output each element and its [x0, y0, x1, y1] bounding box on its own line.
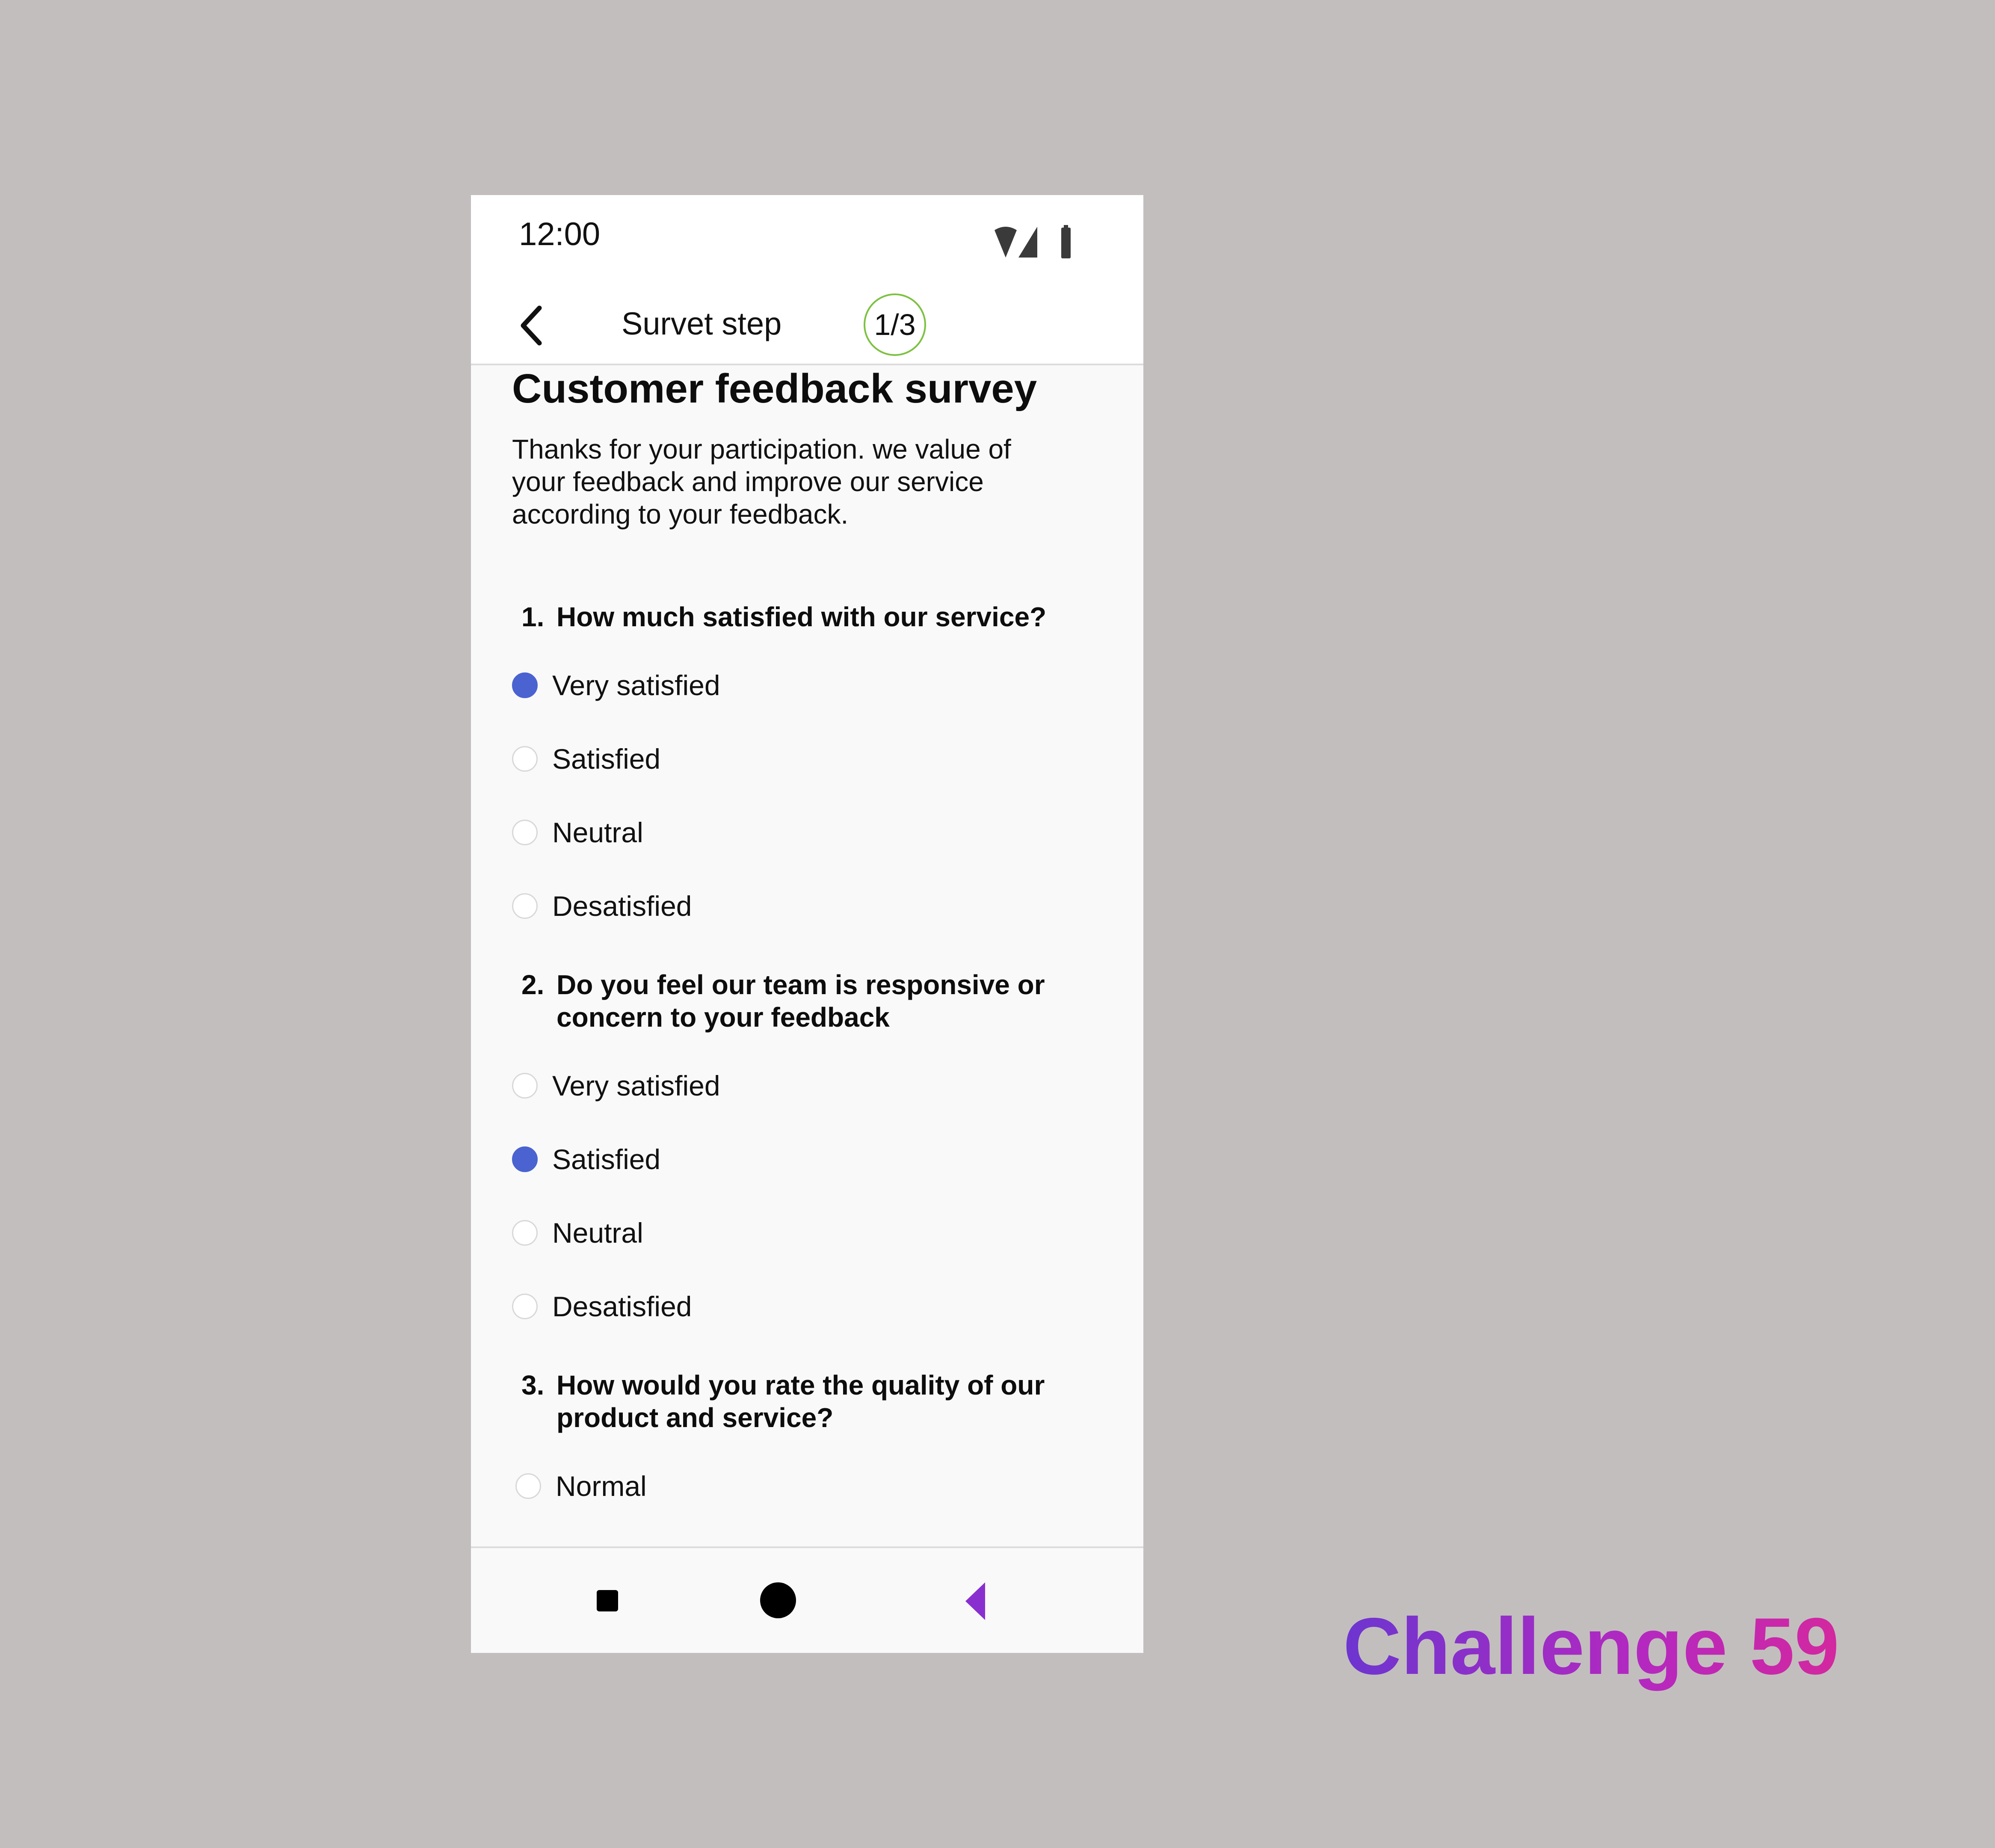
option-label: Desatisfied	[552, 1291, 692, 1322]
q2-option-neutral[interactable]: Neutral	[512, 1215, 643, 1251]
option-label: Very satisfied	[552, 1070, 720, 1102]
radio-unchecked-icon[interactable]	[512, 746, 538, 772]
back-button[interactable]	[514, 302, 552, 349]
option-label: Satisfied	[552, 743, 661, 775]
radio-unchecked-icon[interactable]	[512, 1220, 538, 1246]
status-time: 12:00	[519, 216, 601, 252]
square-icon[interactable]	[597, 1590, 618, 1611]
survey-content: Customer feedback survey Thanks for your…	[471, 365, 1143, 1502]
option-label: Neutral	[552, 817, 643, 848]
circle-icon[interactable]	[760, 1582, 796, 1618]
q2-option-desatisfied[interactable]: Desatisfied	[512, 1288, 692, 1324]
page-title: Survet step	[622, 306, 782, 341]
phone-screen: 12:00 Survet step 1/3 Customer feedback …	[471, 195, 1143, 1653]
radio-checked-icon[interactable]	[512, 1146, 538, 1172]
question-number: 3.	[521, 1370, 545, 1401]
question-text: Do you feel our team is responsive or co…	[556, 969, 1045, 1033]
option-label: Desatisfied	[552, 890, 692, 922]
survey-title: Customer feedback survey	[512, 366, 1037, 412]
battery-icon	[1061, 225, 1071, 258]
question-2: 2. Do you feel our team is responsive or…	[521, 968, 1095, 1034]
challenge-caption: Challenge 59	[1343, 1600, 1839, 1692]
radio-unchecked-icon[interactable]	[515, 1473, 541, 1499]
triangle-back-icon[interactable]	[963, 1580, 989, 1623]
wifi-icon	[995, 227, 1017, 258]
radio-unchecked-icon[interactable]	[512, 1294, 538, 1319]
step-indicator: 1/3	[864, 293, 926, 356]
q1-option-very-satisfied[interactable]: Very satisfied	[512, 667, 720, 703]
question-text: How much satisfied with our service?	[556, 601, 1047, 632]
cellular-signal-icon	[1018, 227, 1037, 258]
option-label: Very satisfied	[552, 669, 720, 701]
q3-option-normal[interactable]: Normal	[515, 1468, 647, 1504]
option-label: Neutral	[552, 1217, 643, 1249]
q2-option-very-satisfied[interactable]: Very satisfied	[512, 1068, 720, 1104]
survey-description: Thanks for your participation. we value …	[512, 434, 1011, 530]
q1-option-satisfied[interactable]: Satisfied	[512, 741, 660, 777]
q1-option-desatisfied[interactable]: Desatisfied	[512, 888, 692, 924]
radio-unchecked-icon[interactable]	[512, 893, 538, 919]
q2-option-satisfied[interactable]: Satisfied	[512, 1141, 660, 1177]
system-nav-bar	[471, 1546, 1143, 1653]
question-1: 1. How much satisfied with our service?	[521, 601, 1095, 633]
question-number: 2.	[521, 969, 545, 1000]
chevron-left-icon	[521, 305, 542, 346]
option-label: Normal	[556, 1470, 647, 1502]
status-bar: 12:00	[471, 195, 1143, 281]
question-text: How would you rate the quality of our pr…	[556, 1370, 1045, 1433]
question-3: 3. How would you rate the quality of our…	[521, 1369, 1095, 1434]
radio-checked-icon[interactable]	[512, 672, 538, 698]
radio-unchecked-icon[interactable]	[512, 820, 538, 845]
radio-unchecked-icon[interactable]	[512, 1073, 538, 1099]
app-bar: Survet step 1/3	[471, 281, 1143, 365]
q1-option-neutral[interactable]: Neutral	[512, 814, 643, 850]
status-icons	[993, 225, 1078, 259]
option-label: Satisfied	[552, 1143, 661, 1175]
question-number: 1.	[521, 601, 545, 632]
